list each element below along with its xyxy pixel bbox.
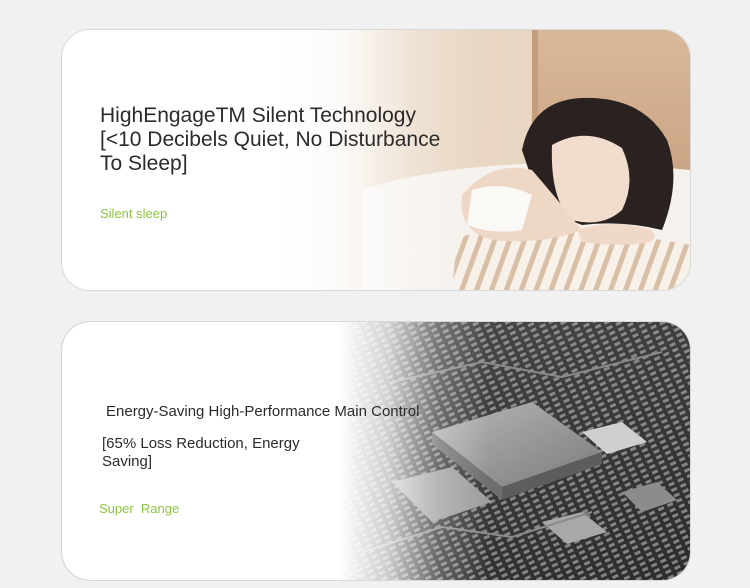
- card-title: Energy-Saving High-Performance Main Cont…: [106, 403, 420, 420]
- card-description: [65% Loss Reduction, Energy Saving]: [102, 435, 300, 470]
- title-line: [<10 Decibels Quiet, No Disturbance: [100, 128, 441, 151]
- card-title: HighEngageTM Silent Technology [<10 Deci…: [100, 104, 480, 176]
- main-control-card: Energy-Saving High-Performance Main Cont…: [62, 322, 690, 580]
- title-line: To Sleep]: [100, 152, 188, 175]
- silent-technology-card: HighEngageTM Silent Technology [<10 Deci…: [62, 30, 690, 290]
- title-line: HighEngageTM Silent Technology: [100, 104, 416, 127]
- card-subtitle: Super Range: [99, 501, 180, 516]
- card-subtitle: Silent sleep: [100, 206, 168, 221]
